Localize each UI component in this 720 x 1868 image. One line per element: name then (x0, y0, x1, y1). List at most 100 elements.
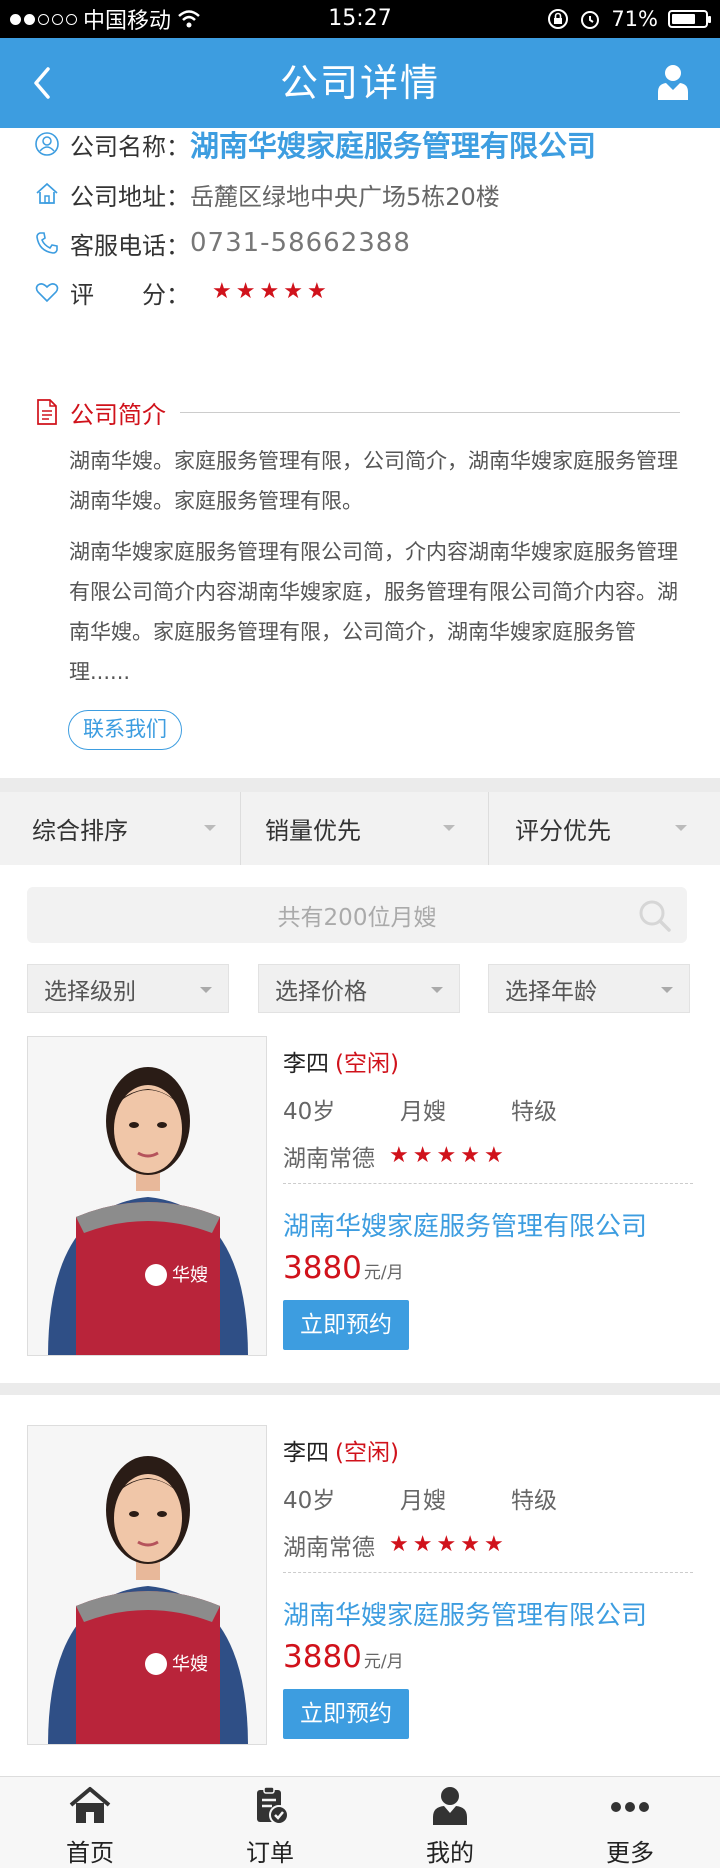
nanny-photo[interactable]: 华嫂 (27, 1425, 267, 1745)
star-icon: ★ (283, 279, 303, 304)
page-title: 公司详情 (279, 61, 440, 105)
star-icon: ★ (436, 1532, 457, 1557)
caret-down-icon (675, 825, 687, 831)
tab-orders[interactable]: 订单 (180, 1777, 360, 1868)
caret-down-icon (200, 987, 212, 993)
nanny-price-unit: 元/月 (363, 1652, 404, 1672)
nanny-company[interactable]: 湖南华嫂家庭服务管理有限公司 (283, 1206, 647, 1243)
alarm-icon (581, 11, 600, 29)
company-name-row: 公司名称： 湖南华嫂家庭服务管理有限公司 (34, 124, 596, 164)
contact-us-button[interactable]: 联系我们 (68, 710, 182, 750)
user-icon (433, 1787, 467, 1825)
tab-home[interactable]: 首页 (0, 1777, 180, 1868)
nanny-price: 3880 (283, 1639, 362, 1675)
nanny-price-row: 3880 元/月 (283, 1639, 404, 1675)
nanny-meta: 40岁 月嫂 特级 (283, 1092, 557, 1126)
nanny-price: 3880 (283, 1250, 362, 1286)
battery-icon (668, 10, 711, 28)
nanny-card[interactable]: 华嫂 李四 (空闲) 40岁 月嫂 特级 湖南常德 ★ ★ ★ ★ ★ 湖南华嫂家庭服务管… (0, 1425, 720, 1747)
company-name-label: 公司名称： (70, 132, 190, 161)
filter-label: 选择年龄 (505, 978, 597, 1005)
user-icon (658, 65, 688, 100)
star-icon: ★ (412, 1143, 433, 1168)
star-icon: ★ (460, 1143, 480, 1168)
nanny-role: 月嫂 (400, 1488, 446, 1514)
filter-level-select[interactable]: 选择级别 (27, 964, 229, 1013)
tab-label: 我的 (426, 1839, 474, 1867)
star-icon: ★ (436, 1143, 457, 1168)
star-icon: ★ (212, 279, 232, 304)
star-icon: ★ (235, 279, 256, 304)
sort-comprehensive[interactable]: 综合排序 (0, 792, 241, 865)
card-divider (283, 1572, 693, 1573)
caret-down-icon (443, 825, 455, 831)
battery-text: 71% (611, 7, 658, 31)
nanny-location: 湖南常德 (283, 1535, 375, 1561)
nanny-company[interactable]: 湖南华嫂家庭服务管理有限公司 (283, 1595, 647, 1632)
nanny-location-row: 湖南常德 ★ ★ ★ ★ ★ (283, 1139, 504, 1173)
status-right: 71% (547, 0, 711, 38)
nanny-photo[interactable]: 华嫂 (27, 1036, 267, 1356)
nanny-level: 特级 (511, 1099, 557, 1125)
nanny-age: 40岁 (283, 1488, 336, 1514)
company-address: 岳麓区绿地中央广场5栋20楼 (190, 182, 500, 211)
caret-down-icon (661, 987, 673, 993)
sort-rating[interactable]: 评分优先 (489, 792, 720, 865)
tab-bar: 首页 订单 我的 更多 (0, 1776, 720, 1868)
tab-more[interactable]: 更多 (540, 1777, 720, 1868)
tab-label: 首页 (66, 1839, 114, 1867)
nanny-card[interactable]: 华嫂 李四 (空闲) 40岁 月嫂 特级 湖南常德 ★ ★ ★ ★ ★ 湖南华嫂家庭服务管… (0, 1036, 720, 1358)
book-now-button[interactable]: 立即预约 (283, 1689, 409, 1739)
star-icon: ★ (389, 1532, 409, 1557)
book-now-button[interactable]: 立即预约 (283, 1300, 409, 1350)
nanny-meta: 40岁 月嫂 特级 (283, 1481, 557, 1515)
nanny-role: 月嫂 (400, 1099, 446, 1125)
sort-sales[interactable]: 销量优先 (241, 792, 489, 865)
company-phone-label: 客服电话： (70, 231, 190, 260)
star-icon: ★ (483, 1532, 504, 1557)
star-icon: ★ (306, 279, 327, 304)
star-icon: ★ (412, 1532, 433, 1557)
document-icon (34, 398, 60, 426)
nanny-name-row: 李四 (空闲) (283, 1433, 399, 1467)
nanny-name-row: 李四 (空闲) (283, 1044, 399, 1078)
search-icon[interactable] (637, 898, 673, 934)
star-icon: ★ (460, 1532, 480, 1557)
star-icon: ★ (389, 1143, 409, 1168)
nanny-price-unit: 元/月 (363, 1263, 404, 1283)
nanny-location-row: 湖南常德 ★ ★ ★ ★ ★ (283, 1528, 504, 1562)
nanny-status: (空闲) (335, 1440, 399, 1466)
nanny-rating-stars: ★ ★ ★ ★ ★ (389, 1145, 504, 1167)
nanny-location: 湖南常德 (283, 1146, 375, 1172)
company-intro-paragraph: 湖南华嫂家庭服务管理有限公司简，介内容湖南华嫂家庭服务管理有限公司简介内容湖南华… (69, 540, 678, 684)
filter-age-select[interactable]: 选择年龄 (488, 964, 690, 1013)
profile-button[interactable] (650, 60, 696, 106)
company-intro-paragraph: 湖南华嫂。家庭服务管理有限，公司简介，湖南华嫂家庭服务管理湖南华嫂。家庭服务管理… (69, 449, 678, 513)
caret-down-icon (204, 825, 216, 831)
phone-icon (34, 230, 60, 256)
tab-label: 订单 (246, 1839, 294, 1867)
sort-bar: 综合排序 销量优先 评分优先 (0, 792, 720, 865)
sort-label: 综合排序 (32, 817, 128, 845)
star-icon: ★ (483, 1143, 504, 1168)
company-name: 湖南华嫂家庭服务管理有限公司 (190, 129, 597, 163)
company-phone-row[interactable]: 客服电话： 0731-58662388 (34, 223, 411, 263)
company-address-row: 公司地址： 岳麓区绿地中央广场5栋20楼 (34, 174, 500, 214)
apron-logo-text: 华嫂 (172, 1654, 208, 1675)
search-placeholder: 共有200位月嫂 (277, 905, 437, 931)
divider (180, 411, 680, 413)
nav-bar: 公司详情 (0, 38, 720, 128)
card-divider (283, 1183, 693, 1184)
filter-price-select[interactable]: 选择价格 (258, 964, 460, 1013)
company-intro-header: 公司简介 (34, 392, 680, 432)
company-address-label: 公司地址： (70, 182, 190, 211)
sort-label: 评分优先 (515, 817, 611, 845)
nanny-price-row: 3880 元/月 (283, 1250, 404, 1286)
section-divider (0, 1383, 720, 1395)
company-intro-title: 公司简介 (70, 400, 166, 429)
company-phone[interactable]: 0731-58662388 (190, 228, 411, 258)
apron-logo-text: 华嫂 (172, 1265, 208, 1286)
company-rating-row: 评 分： ★ ★ ★ ★ ★ (34, 272, 327, 312)
tab-mine[interactable]: 我的 (360, 1777, 540, 1868)
search-input[interactable]: 共有200位月嫂 (27, 887, 687, 943)
